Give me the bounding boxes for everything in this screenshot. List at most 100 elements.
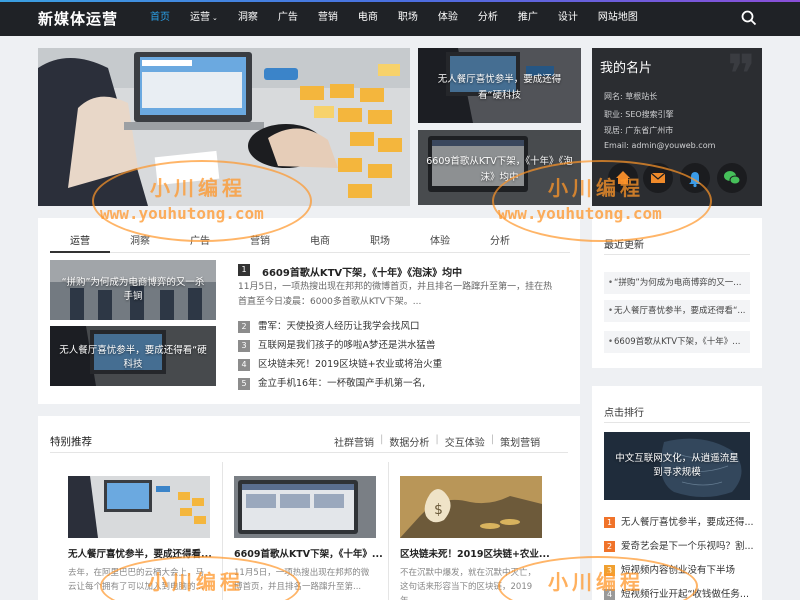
featured-rank-badge: 1 (238, 264, 250, 276)
hero-main-image[interactable] (38, 48, 410, 206)
top-nav-bar: 新媒体运营 首页 运营 ⌄ 洞察 广告 营销 电商 职场 体验 分析 推广 设计 … (0, 0, 800, 36)
profile-value: admin@youweb.com (631, 141, 716, 150)
profile-card-title: 我的名片 (600, 61, 653, 76)
divider (222, 462, 223, 600)
rank-item[interactable]: 3 互联网是我们孩子的哆啦A梦还是洪水猛兽 (238, 337, 436, 352)
special-link[interactable]: 策划营销 (500, 434, 540, 449)
profile-row-email: Email: admin@youweb.com (604, 141, 715, 150)
profile-label: Email: (604, 141, 629, 150)
tab-ads[interactable]: 广告 (170, 233, 230, 252)
nav-item-ecommerce[interactable]: 电商 (348, 0, 388, 36)
featured-title[interactable]: 6609首歌从KTV下架，《十年》《泡沫》均中 (262, 264, 462, 279)
special-card-title-3[interactable]: 区块链未死！2019区块链+农业... (400, 546, 550, 560)
divider (388, 462, 389, 600)
mail-icon-button[interactable] (643, 163, 673, 193)
special-card-desc-1: 去年，在阿里巴巴的云栖大会上，马云让每个拥有了可以加入到电脑的... (68, 568, 205, 592)
hot-rank-badge: 3 (604, 565, 615, 576)
profile-value: SEO搜索引擎 (625, 110, 674, 119)
rank-title: 区块链未死！2019区块链+农业或将治火重 (258, 359, 443, 370)
divider (604, 254, 750, 255)
recent-item[interactable]: “拼购”为何成为电商博弈的又一... (604, 272, 750, 294)
hero-thumb-2-caption: 6609首歌从KTV下架，《十年》《泡沫》均中 (426, 156, 573, 183)
chevron-down-icon: ⌄ (212, 14, 218, 22)
tab-thumb-1[interactable]: “拼购”为何成为电商博弈的又一杀手锏 (50, 260, 216, 320)
tab-operation[interactable]: 运营 (50, 233, 110, 253)
office-desk-photo (38, 48, 410, 206)
link-separator: | (435, 434, 439, 445)
profile-value: 广东省广州市 (625, 126, 674, 135)
special-card-image-2[interactable] (234, 476, 376, 538)
hot-title: 爱奇艺会是下一个乐视吗？割... (621, 541, 754, 552)
rank-badge: 4 (238, 359, 250, 371)
special-link[interactable]: 数据分析 (389, 434, 429, 449)
hot-title: 无人餐厅喜忧参半，要成还得... (621, 517, 754, 528)
tab-thumb-2[interactable]: 无人餐厅喜忧参半，要成还得看“硬科技 (50, 326, 216, 386)
rank-badge: 5 (238, 378, 250, 390)
recent-item[interactable]: 无人餐厅喜忧参半，要成还得看“... (604, 300, 750, 322)
rank-item[interactable]: 5 金立手机16年：一杯敬国产手机第一名, (238, 375, 425, 390)
rank-item[interactable]: 2 雷军：天使投资人经历让我学会找风口 (238, 318, 420, 333)
tab-marketing[interactable]: 营销 (230, 233, 290, 252)
special-card-title-1[interactable]: 无人餐厅喜忧参半，要成还得看... (68, 546, 212, 560)
main-nav: 首页 运营 ⌄ 洞察 广告 营销 电商 职场 体验 分析 推广 设计 网站地图 (140, 0, 648, 36)
recent-heading: 最近更新 (604, 240, 644, 251)
hot-banner-caption: 中文互联网文化，从逍遥流星到寻求规模 (615, 453, 739, 478)
hot-item[interactable]: 1 无人餐厅喜忧参半，要成还得... (604, 514, 754, 528)
featured-desc: 11月5日，一项热搜出现在邦邦的微博首页，并且排名一路蹿升至第一，挂在热首直至今… (238, 282, 553, 307)
tab-analysis[interactable]: 分析 (470, 233, 530, 252)
tab-experience[interactable]: 体验 (410, 233, 470, 252)
rank-badge: 2 (238, 321, 250, 333)
home-icon (616, 171, 630, 184)
nav-item-sitemap[interactable]: 网站地图 (588, 0, 648, 36)
tab-career[interactable]: 职场 (350, 233, 410, 252)
hot-heading: 点击排行 (604, 408, 644, 419)
special-card-image-3[interactable]: $ (400, 476, 542, 538)
category-tabs: 运营 洞察 广告 营销 电商 职场 体验 分析 (50, 233, 570, 253)
home-icon-button[interactable] (608, 163, 638, 193)
nav-item-promotion[interactable]: 推广 (508, 0, 548, 36)
profile-value: 草根站长 (625, 92, 658, 101)
special-card-title-2[interactable]: 6609首歌从KTV下架，《十年》... (234, 546, 383, 560)
nav-item-career[interactable]: 职场 (388, 0, 428, 36)
nav-item-analysis[interactable]: 分析 (468, 0, 508, 36)
special-card-photo-3: $ (400, 476, 542, 538)
recent-item[interactable]: 6609首歌从KTV下架，《十年》... (604, 331, 750, 353)
hot-item[interactable]: 2 爱奇艺会是下一个乐视吗？割... (604, 538, 754, 552)
nav-item-design[interactable]: 设计 (548, 0, 588, 36)
rank-title: 金立手机16年：一杯敬国产手机第一名, (258, 378, 426, 389)
wechat-icon (724, 171, 741, 185)
special-link[interactable]: 社群营销 (334, 434, 374, 449)
special-card-photo-2 (234, 476, 376, 538)
link-separator: | (490, 434, 495, 445)
search-icon[interactable] (741, 10, 757, 26)
rank-item[interactable]: 4 区块链未死！2019区块链+农业或将治火重 (238, 356, 442, 371)
hero-thumb-1[interactable]: 无人餐厅喜忧参半，要成还得看“硬科技 (418, 48, 581, 123)
nav-item-experience[interactable]: 体验 (428, 0, 468, 36)
bell-icon-button[interactable] (680, 163, 710, 193)
tab-ecommerce[interactable]: 电商 (290, 233, 350, 252)
special-links: 社群营销 | 数据分析 | 交互体验 | 策划营销 (334, 434, 540, 449)
site-logo[interactable]: 新媒体运营 (38, 8, 118, 29)
nav-item-ads[interactable]: 广告 (268, 0, 308, 36)
tab-insight[interactable]: 洞察 (110, 233, 170, 252)
hot-rank-badge: 4 (604, 589, 615, 600)
bell-icon (689, 172, 701, 188)
profile-row-job: 职业: SEO搜索引擎 (604, 109, 674, 120)
divider (604, 422, 750, 423)
special-link[interactable]: 交互体验 (445, 434, 485, 449)
hero-thumb-2[interactable]: 6609首歌从KTV下架，《十年》《泡沫》均中 (418, 130, 581, 205)
hero-thumb-1-caption: 无人餐厅喜忧参半，要成还得看“硬科技 (437, 74, 562, 101)
nav-item-marketing[interactable]: 营销 (308, 0, 348, 36)
hot-title: 短视频行业开起“收钱做任务... (621, 589, 749, 600)
wechat-icon-button[interactable] (717, 163, 747, 193)
hot-banner[interactable]: 中文互联网文化，从逍遥流星到寻求规模 (604, 432, 750, 500)
hot-item[interactable]: 4 短视频行业开起“收钱做任务... (604, 586, 749, 600)
profile-row-nickname: 网名: 草根站长 (604, 91, 657, 102)
nav-item-home[interactable]: 首页 (140, 0, 180, 36)
special-card-image-1[interactable] (68, 476, 210, 538)
profile-label: 现居: (604, 126, 623, 135)
hot-item[interactable]: 3 短视频内容创业没有下半场 (604, 562, 735, 576)
nav-item-operation[interactable]: 运营 ⌄ (180, 0, 228, 36)
nav-item-insight[interactable]: 洞察 (228, 0, 268, 36)
special-heading: 特别推荐 (50, 436, 92, 448)
